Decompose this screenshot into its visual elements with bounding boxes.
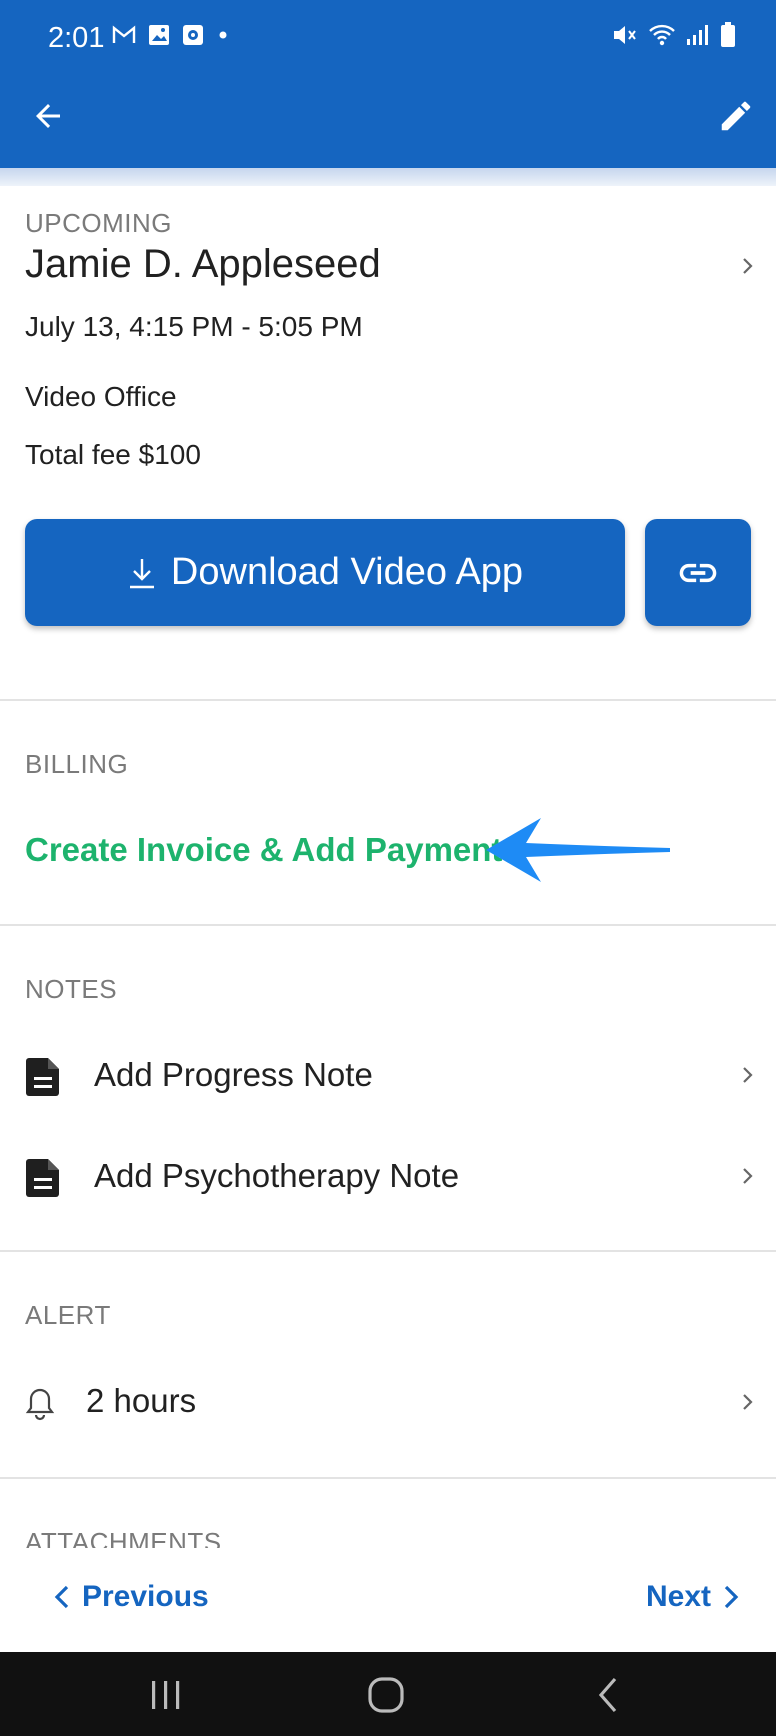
status-icons-left xyxy=(112,24,230,46)
status-time: 2:01 xyxy=(48,22,105,54)
alert-section-label: ALERT xyxy=(25,1300,111,1330)
document-icon xyxy=(26,1159,59,1197)
previous-label: Previous xyxy=(82,1580,209,1613)
add-psychotherapy-note-row[interactable]: Add Psychotherapy Note xyxy=(0,1141,776,1211)
attachments-header-clip: ATTACHMENTS xyxy=(0,1520,776,1548)
client-row[interactable]: Jamie D. Appleseed xyxy=(0,236,776,296)
next-button[interactable]: Next xyxy=(646,1580,741,1614)
chevron-left-icon xyxy=(54,1585,69,1609)
alert-value: 2 hours xyxy=(86,1382,197,1419)
attachments-section-label: ATTACHMENTS xyxy=(25,1527,222,1548)
alert-row[interactable]: 2 hours xyxy=(0,1367,776,1437)
billing-section-label: BILLING xyxy=(25,749,129,779)
signal-icon xyxy=(687,25,708,45)
gallery-icon xyxy=(149,25,169,45)
app-header: 2:01 xyxy=(0,0,776,168)
document-icon xyxy=(26,1058,59,1096)
copy-link-button[interactable] xyxy=(645,519,751,626)
add-psychotherapy-note-label: Add Psychotherapy Note xyxy=(94,1157,460,1194)
download-icon xyxy=(129,558,154,588)
header-shadow xyxy=(0,168,776,186)
wifi-icon xyxy=(649,24,675,46)
recents-icon xyxy=(152,1681,180,1709)
appointment-location: Video Office xyxy=(25,381,177,412)
chevron-right-icon xyxy=(724,1585,739,1609)
dot-icon xyxy=(219,31,227,39)
annotation-arrow-icon xyxy=(486,818,670,882)
appointment-status-label: UPCOMING xyxy=(25,208,172,238)
status-icons-right xyxy=(612,22,736,48)
recents-button[interactable] xyxy=(136,1670,196,1720)
gmail-icon xyxy=(112,25,136,43)
mute-icon xyxy=(614,26,636,44)
appointment-datetime: July 13, 4:15 PM - 5:05 PM xyxy=(25,311,363,342)
system-back-button[interactable] xyxy=(578,1670,638,1720)
bell-icon xyxy=(25,1388,55,1421)
divider xyxy=(0,699,776,701)
chevron-right-icon xyxy=(743,1067,753,1083)
link-icon xyxy=(679,563,717,582)
divider xyxy=(0,1250,776,1252)
status-bar: 2:01 xyxy=(0,0,776,78)
chevron-right-icon xyxy=(743,1168,753,1184)
home-icon xyxy=(368,1677,404,1713)
notes-section-label: NOTES xyxy=(25,974,118,1004)
chevron-right-icon xyxy=(743,258,753,274)
system-back-icon xyxy=(598,1677,617,1713)
download-video-app-label: Download Video App xyxy=(170,551,524,593)
back-arrow-icon xyxy=(36,104,60,128)
add-progress-note-label: Add Progress Note xyxy=(94,1056,373,1093)
edit-button[interactable] xyxy=(708,88,764,144)
next-label: Next xyxy=(646,1580,712,1613)
edit-pencil-icon xyxy=(721,101,751,131)
total-fee: Total fee $100 xyxy=(25,439,201,470)
add-progress-note-row[interactable]: Add Progress Note xyxy=(0,1040,776,1110)
previous-button[interactable]: Previous xyxy=(52,1580,209,1614)
back-button[interactable] xyxy=(20,88,76,144)
divider xyxy=(0,924,776,926)
client-name: Jamie D. Appleseed xyxy=(25,242,381,286)
create-invoice-add-payment-link[interactable]: Create Invoice & Add Payment xyxy=(25,831,502,869)
divider xyxy=(0,1477,776,1479)
app-notification-icon xyxy=(183,25,203,45)
battery-icon xyxy=(721,22,735,47)
download-video-app-button[interactable]: Download Video App xyxy=(25,519,625,626)
chevron-right-icon xyxy=(743,1394,753,1410)
home-button[interactable] xyxy=(356,1670,416,1720)
